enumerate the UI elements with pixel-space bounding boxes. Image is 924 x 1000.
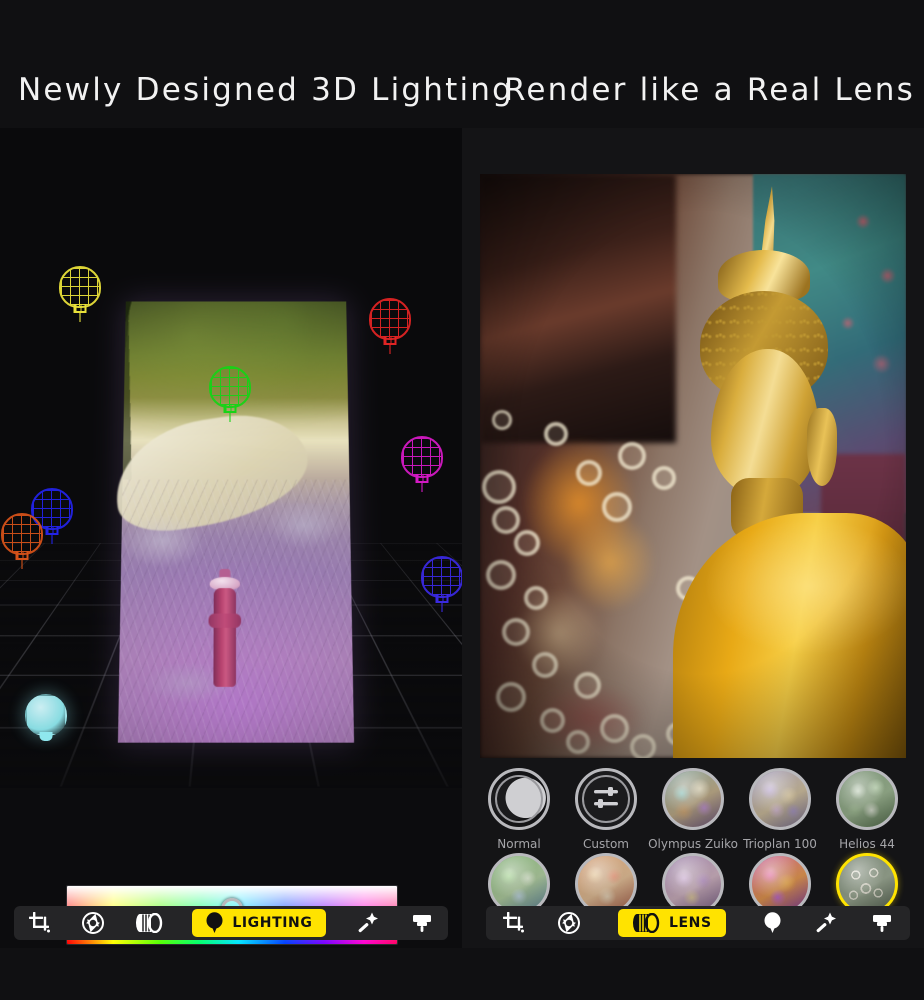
lens-preset-row-1: Normal Custom Olympus Zuiko Trioplan 100… — [480, 768, 906, 851]
lens-icon — [632, 913, 660, 933]
lens-label-trioplan-100: Trioplan 100 — [743, 837, 817, 851]
lens-preset-helios-44[interactable]: Helios 44 — [828, 768, 906, 851]
lighting-pill-label: LIGHTING — [232, 915, 312, 931]
toolbar-aperture-button[interactable] — [67, 906, 120, 940]
toolbar-crop-button[interactable] — [14, 906, 67, 940]
lens-preset-olympus-zuiko[interactable]: Olympus Zuiko — [654, 768, 732, 851]
lens-thumb-custom[interactable] — [575, 768, 637, 830]
toolbar-lens-button[interactable] — [120, 906, 179, 940]
fire-hydrant — [207, 577, 242, 690]
headline-row: Newly Designed 3D Lighting Render like a… — [0, 72, 924, 128]
lens-label-helios-44: Helios 44 — [839, 837, 895, 851]
light-red[interactable] — [368, 298, 412, 354]
light-orange[interactable] — [0, 513, 44, 569]
light-magenta[interactable] — [400, 436, 444, 492]
toolbar-lens-active[interactable]: LENS — [597, 906, 747, 940]
toolbar-lighting-button-right[interactable] — [747, 906, 797, 940]
headline-left: Newly Designed 3D Lighting — [18, 72, 514, 108]
lens-pill: LENS — [618, 909, 726, 937]
lens-thumb-olympus-zuiko[interactable] — [662, 768, 724, 830]
toolbar-crop-button-right[interactable] — [486, 906, 541, 940]
lens-thumb-trioplan-100[interactable] — [749, 768, 811, 830]
3d-lighting-scene[interactable] — [0, 128, 462, 788]
light-cyan-selected[interactable] — [24, 694, 68, 750]
lens-preset-trioplan-100[interactable]: Trioplan 100 — [741, 768, 819, 851]
right-panel-lens: Normal Custom Olympus Zuiko Trioplan 100… — [462, 128, 924, 948]
light-indigo[interactable] — [420, 556, 462, 612]
lens-label-custom: Custom — [583, 837, 629, 851]
headline-right: Render like a Real Lens — [504, 72, 915, 108]
lens-preset-normal[interactable]: Normal — [480, 768, 558, 851]
toolbar-brush-button[interactable] — [395, 906, 448, 940]
light-yellow[interactable] — [58, 266, 102, 322]
lighting-pill: LIGHTING — [192, 909, 326, 937]
lens-thumb-helios-44[interactable] — [836, 768, 898, 830]
lens-label-olympus-zuiko: Olympus Zuiko — [648, 837, 738, 851]
toolbar-magic-button[interactable] — [340, 906, 395, 940]
app-screenshot: Newly Designed 3D Lighting Render like a… — [0, 0, 924, 1000]
bulb-icon — [206, 912, 223, 934]
left-panel-lighting: 3D Color Brightness Range Shadow — [0, 128, 462, 948]
lens-preset-custom[interactable]: Custom — [567, 768, 645, 851]
toolbar-lighting-active[interactable]: LIGHTING — [178, 906, 340, 940]
lens-label-normal: Normal — [497, 837, 540, 851]
lens-pill-label: LENS — [669, 915, 712, 931]
toolbar-brush-button-right[interactable] — [855, 906, 910, 940]
right-bottom-toolbar: LENS — [486, 906, 910, 940]
buddha-statue-lens-render[interactable] — [480, 174, 906, 758]
toolbar-aperture-button-right[interactable] — [541, 906, 596, 940]
toolbar-magic-button-right[interactable] — [797, 906, 854, 940]
lens-thumb-normal[interactable] — [488, 768, 550, 830]
light-green[interactable] — [208, 366, 252, 422]
left-bottom-toolbar: LIGHTING — [14, 906, 448, 940]
